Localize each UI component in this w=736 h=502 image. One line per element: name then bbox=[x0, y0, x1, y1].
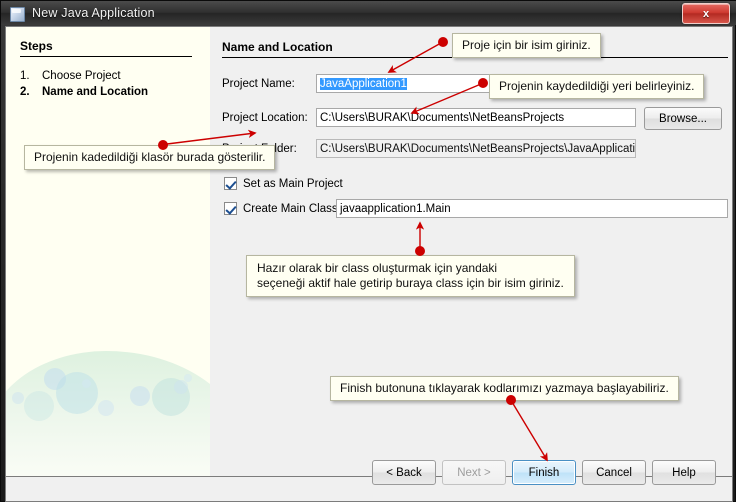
watermark-bubble bbox=[44, 368, 66, 390]
step-item-name-and-location[interactable]: 2. Name and Location bbox=[20, 86, 148, 98]
annotation-project-folder: Projenin kadedildiği klasör burada göste… bbox=[24, 145, 276, 170]
window-title: New Java Application bbox=[32, 6, 155, 20]
watermark-hill bbox=[6, 351, 210, 476]
step-label: Choose Project bbox=[42, 70, 121, 82]
annotation-line-1: Hazır olarak bir class oluşturmak için y… bbox=[257, 261, 498, 275]
browse-button[interactable]: Browse... bbox=[644, 107, 722, 130]
project-location-input[interactable]: C:\Users\BURAK\Documents\NetBeansProject… bbox=[316, 108, 636, 127]
set-as-main-project-label: Set as Main Project bbox=[243, 177, 343, 190]
create-main-class-row[interactable]: Create Main Class bbox=[224, 202, 338, 215]
step-number: 2. bbox=[20, 86, 30, 98]
watermark-bubble bbox=[152, 378, 190, 416]
set-as-main-project-row[interactable]: Set as Main Project bbox=[224, 177, 343, 190]
finish-button[interactable]: Finish bbox=[512, 460, 576, 485]
annotation-project-name: Proje için bir isim giriniz. bbox=[452, 33, 601, 58]
close-icon[interactable]: x bbox=[682, 3, 730, 24]
watermark-bubble bbox=[82, 379, 91, 388]
java-cube-icon bbox=[10, 6, 25, 22]
create-main-class-label: Create Main Class bbox=[243, 202, 338, 215]
steps-heading: Steps bbox=[20, 39, 53, 53]
watermark-bubble bbox=[184, 374, 192, 382]
watermark-bubble bbox=[24, 391, 54, 421]
steps-divider bbox=[20, 56, 192, 57]
watermark-bubble bbox=[130, 386, 150, 406]
project-name-label: Project Name: bbox=[222, 78, 295, 90]
help-button[interactable]: Help bbox=[652, 460, 716, 485]
title-bar: New Java Application x bbox=[1, 1, 736, 25]
cancel-button[interactable]: Cancel bbox=[582, 460, 646, 485]
dialog-button-bar: < Back Next > Finish Cancel Help bbox=[5, 460, 733, 502]
watermark-bubble bbox=[12, 392, 24, 404]
next-button: Next > bbox=[442, 460, 506, 485]
steps-panel: Steps 1. Choose Project 2. Name and Locati… bbox=[6, 27, 210, 476]
annotation-line-2: seçeneği aktif hale getirip buraya class… bbox=[257, 276, 564, 290]
screenshot-root: New Java Application x Steps 1. Choose P… bbox=[0, 0, 736, 502]
watermark-bubble bbox=[56, 372, 98, 414]
step-item-choose-project[interactable]: 1. Choose Project bbox=[20, 70, 121, 82]
create-main-class-checkbox[interactable] bbox=[224, 202, 237, 215]
project-location-label: Project Location: bbox=[222, 112, 308, 124]
back-button[interactable]: < Back bbox=[372, 460, 436, 485]
annotation-finish: Finish butonuna tıklayarak kodlarımızı y… bbox=[330, 376, 679, 401]
annotation-project-location: Projenin kaydedildiği yeri belirleyiniz. bbox=[489, 74, 705, 99]
project-name-value: JavaApplication1 bbox=[320, 78, 407, 90]
annotation-create-main-class: Hazır olarak bir class oluşturmak için y… bbox=[246, 255, 575, 297]
set-as-main-project-checkbox[interactable] bbox=[224, 177, 237, 190]
step-number: 1. bbox=[20, 70, 30, 82]
main-class-input[interactable]: javaapplication1.Main bbox=[336, 199, 728, 218]
watermark-bubble bbox=[174, 380, 188, 394]
step-label: Name and Location bbox=[42, 86, 149, 98]
page-title: Name and Location bbox=[222, 40, 333, 54]
project-folder-input: C:\Users\BURAK\Documents\NetBeansProject… bbox=[316, 139, 636, 158]
watermark-bubble bbox=[98, 400, 114, 416]
